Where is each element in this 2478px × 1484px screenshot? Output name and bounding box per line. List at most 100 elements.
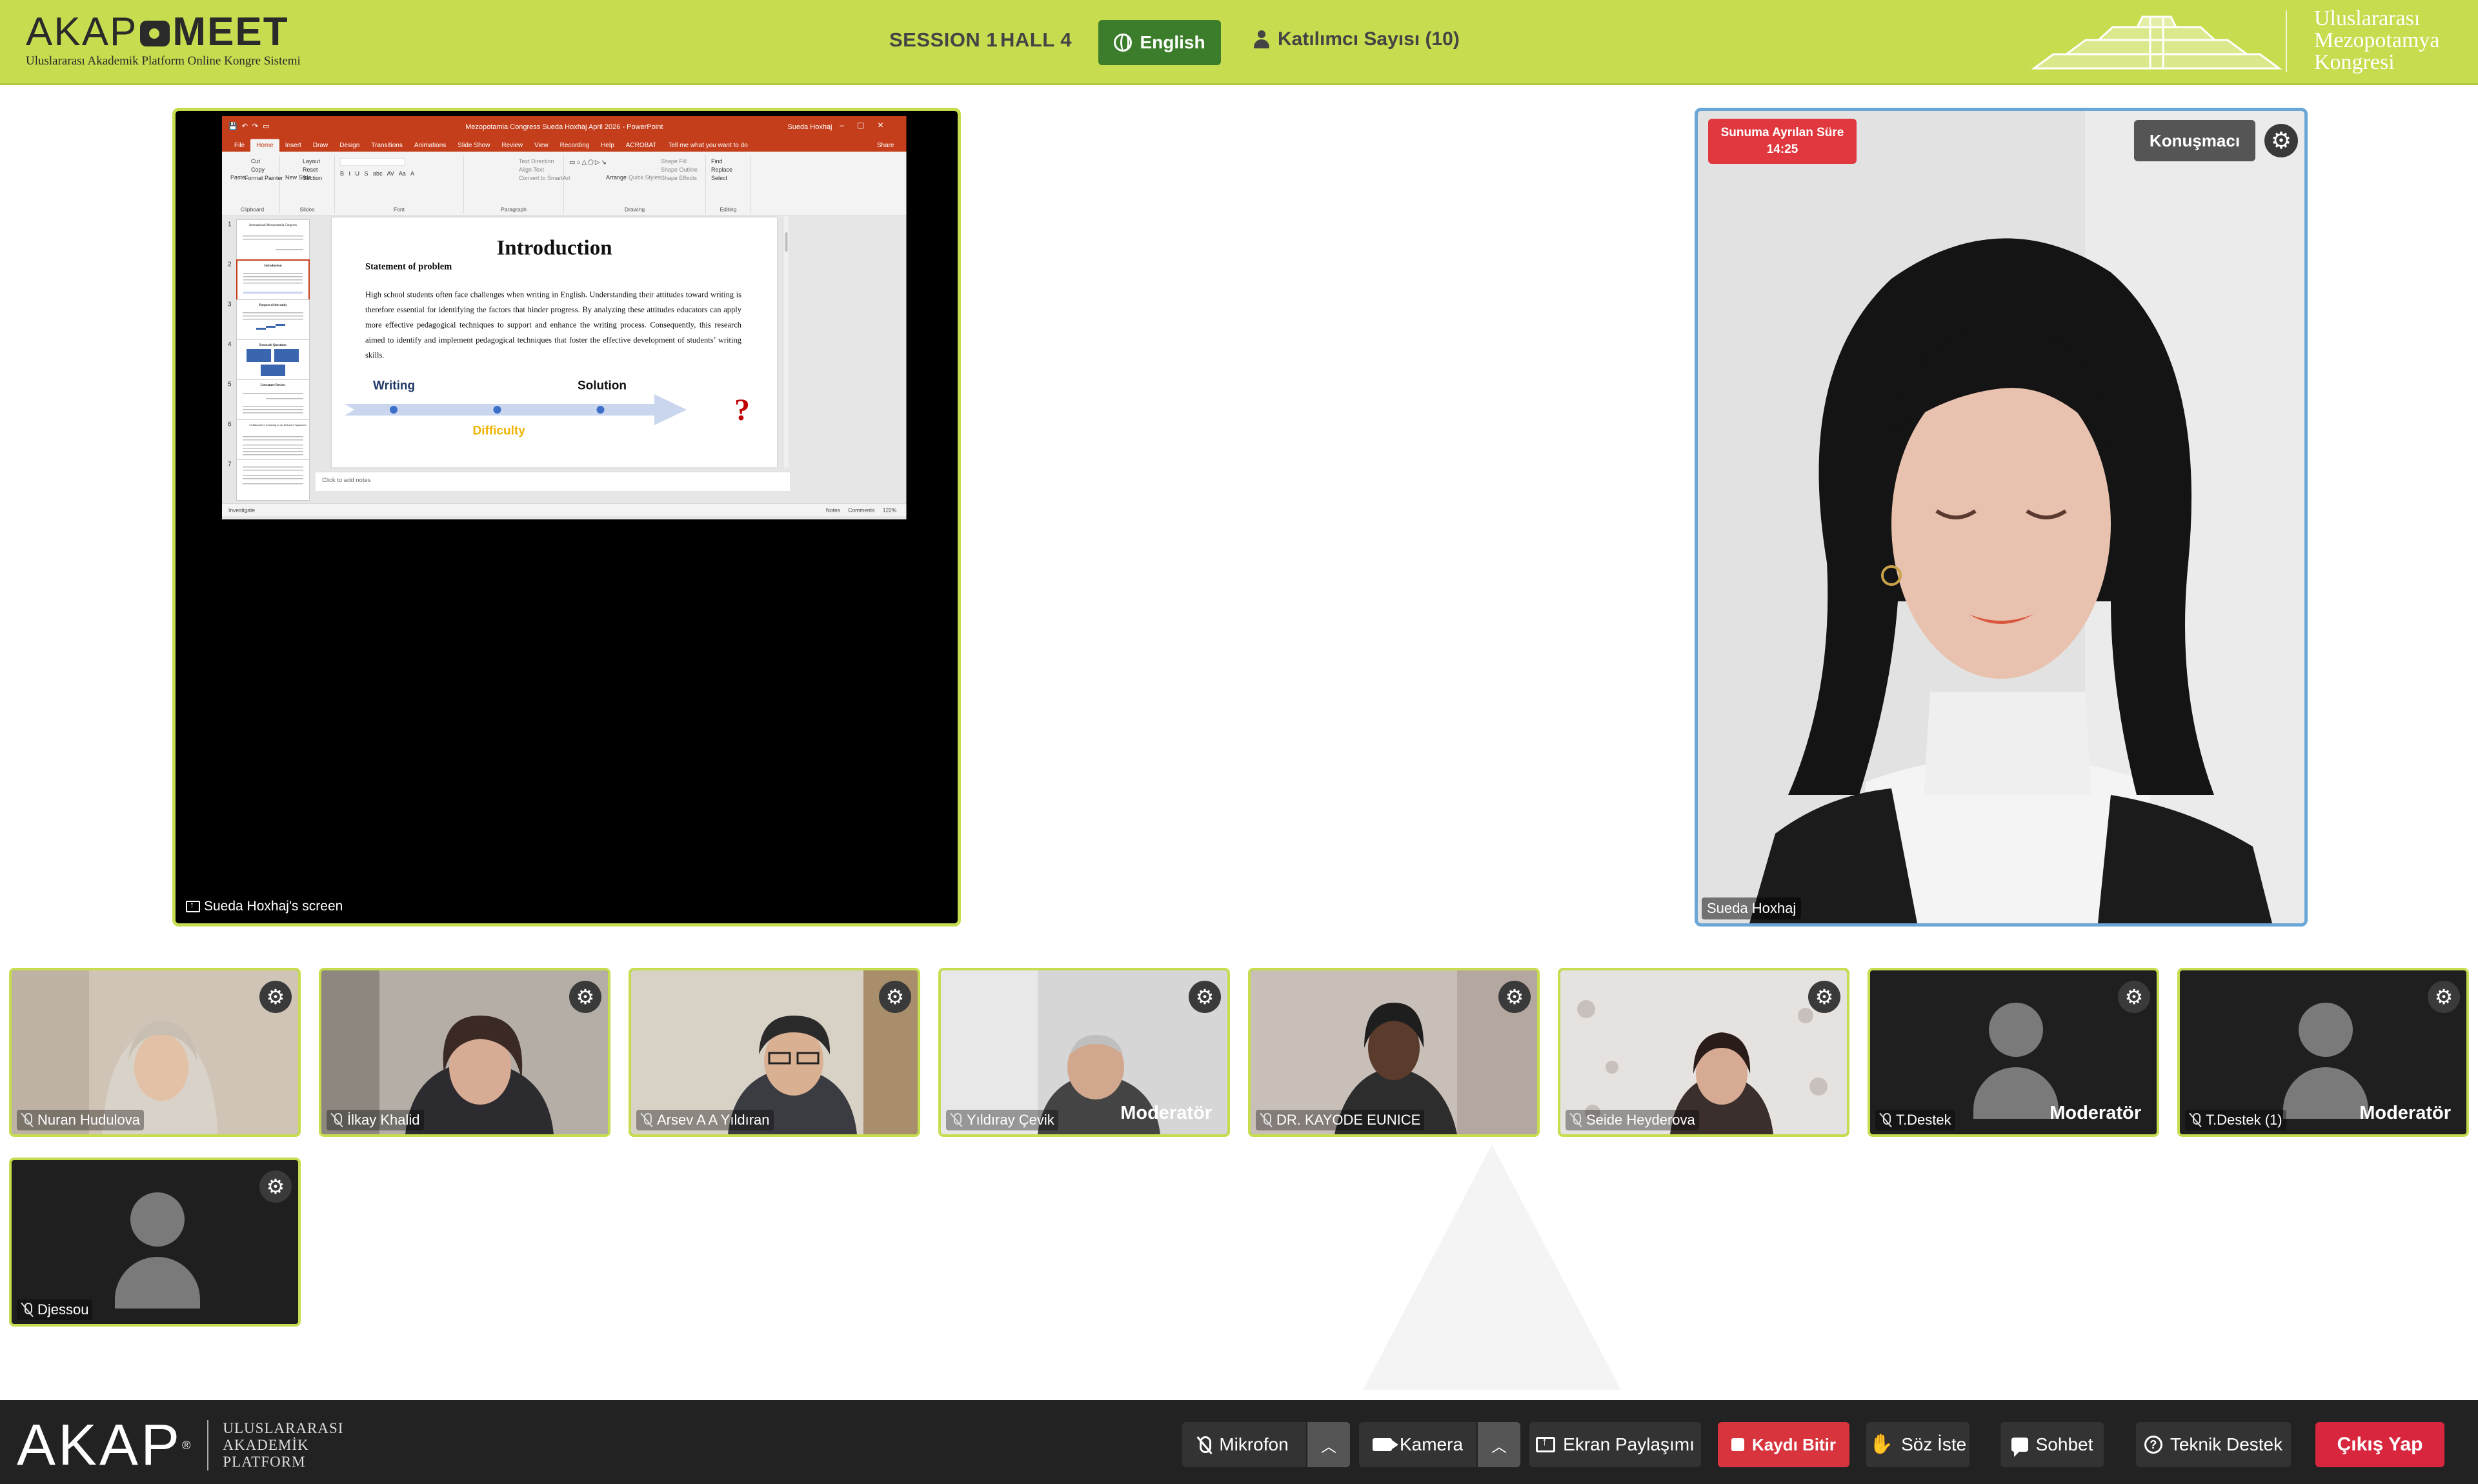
layout-button[interactable]: Layout (303, 158, 320, 165)
ppt-tab-acrobat[interactable]: ACROBAT (620, 139, 663, 152)
stop-recording-label: Kaydı Bitir (1751, 1434, 1837, 1454)
participant-tile[interactable]: ⚙ T.Destek Moderatör (1868, 968, 2159, 1137)
ppt-tab-help[interactable]: Help (595, 139, 620, 152)
quick-styles-button[interactable]: Quick Styles (629, 174, 661, 181)
participant-tile[interactable]: ⚙ Djessou (9, 1158, 301, 1327)
text-direction-button[interactable]: Text Direction (519, 158, 554, 165)
ppt-editor-area: 1 International Mesopotamia Congress 2 I… (222, 216, 907, 519)
gear-icon[interactable]: ⚙ (879, 981, 911, 1013)
font-name-box[interactable] (340, 158, 405, 166)
ppt-tab-design[interactable]: Design (334, 139, 365, 152)
ribbon-group-label: Slides (299, 206, 315, 213)
slide-title: Introduction (496, 236, 612, 260)
gear-icon[interactable]: ⚙ (1498, 981, 1531, 1013)
font-format-buttons[interactable]: B I U S abc AV Aa A (340, 170, 414, 177)
slide-scrollbar[interactable] (784, 216, 789, 468)
gear-icon[interactable]: ⚙ (1189, 981, 1221, 1013)
participant-tile[interactable]: ⚙ İlkay Khalid (319, 968, 610, 1137)
ppt-tab-transitions[interactable]: Transitions (365, 139, 408, 152)
slide-thumbnail-1[interactable]: International Mesopotamia Congress (236, 219, 310, 261)
hall-label: HALL 4 (1000, 28, 1072, 51)
shape-fill-button[interactable]: Shape Fill (661, 158, 687, 165)
ppt-tab-animations[interactable]: Animations (408, 139, 452, 152)
gear-icon[interactable]: ⚙ (259, 1170, 292, 1203)
ppt-tab-home[interactable]: Home (250, 139, 279, 152)
reset-button[interactable]: Reset (303, 166, 318, 174)
shared-screen[interactable]: 💾↶↷▭ Mezopotamia Congress Sueda Hoxhaj A… (172, 108, 961, 927)
status-right[interactable]: Notes Comments 122% (826, 507, 897, 514)
format-painter-button[interactable]: Format Painter (245, 175, 283, 182)
exit-button[interactable]: Çıkış Yap (2315, 1422, 2444, 1467)
participant-tile[interactable]: ⚙ Arsev A A Yıldıran (629, 968, 920, 1137)
gear-icon[interactable]: ⚙ (259, 981, 292, 1013)
gear-icon[interactable]: ⚙ (569, 981, 601, 1013)
stop-recording-button[interactable]: Kaydı Bitir (1718, 1422, 1849, 1467)
ppt-tab-recording[interactable]: Recording (554, 139, 596, 152)
participant-tile[interactable]: ⚙ T.Destek (1) Moderatör (2177, 968, 2469, 1137)
mic-off-icon (21, 1112, 34, 1128)
gear-icon[interactable]: ⚙ (2428, 981, 2460, 1013)
thumb-title: International Mesopotamia Congress (249, 223, 297, 227)
ppt-tab-draw[interactable]: Draw (307, 139, 334, 152)
ppt-tab-slide-show[interactable]: Slide Show (452, 139, 496, 152)
arrange-button[interactable]: Arrange (606, 174, 627, 181)
window-controls-icon: –▢✕ (840, 121, 897, 130)
microphone-button[interactable]: Mikrofon (1182, 1422, 1306, 1467)
ppt-share-button[interactable]: Share (871, 139, 900, 152)
akap-subtitle: ULUSLARARASI AKADEMİK PLATFORM (223, 1420, 344, 1470)
mic-options-chevron-icon[interactable]: ︿ (1307, 1422, 1350, 1467)
powerpoint-window: 💾↶↷▭ Mezopotamia Congress Sueda Hoxhaj A… (222, 116, 907, 519)
ppt-tell-me[interactable]: Tell me what you want to do (662, 139, 753, 152)
speaker-role-button[interactable]: Konuşmacı (2134, 120, 2255, 161)
notes-pane[interactable]: Click to add notes (316, 472, 790, 491)
align-text-button[interactable]: Align Text (519, 166, 544, 174)
ppt-tab-view[interactable]: View (529, 139, 554, 152)
participant-name-tag: Djessou (17, 1299, 93, 1320)
participant-tile[interactable]: ⚙ Seide Heyderova (1558, 968, 1849, 1137)
shape-effects-button[interactable]: Shape Effects (661, 175, 697, 182)
slide-thumbnail-panel[interactable]: 1 International Mesopotamia Congress 2 I… (222, 216, 316, 506)
participant-role: Moderatör (2359, 1103, 2451, 1123)
slide-thumbnail-5[interactable]: Literature Review (236, 379, 310, 421)
participant-role: Moderatör (1120, 1103, 1212, 1123)
camera-options-chevron-icon[interactable]: ︿ (1478, 1422, 1520, 1467)
convert-smartart-button[interactable]: Convert to SmartArt (519, 175, 570, 182)
shape-outline-button[interactable]: Shape Outline (661, 166, 698, 174)
thumb-number: 6 (228, 421, 232, 428)
shape-gallery-icon[interactable]: ▭○△⬠▷↘ (569, 158, 608, 166)
slide-thumbnail-6[interactable]: Collaborative Learning as an Inclusive A… (236, 419, 310, 461)
ribbon-group-editing: Find Replace Select Editing (706, 155, 751, 214)
participant-tile[interactable]: ⚙ DR. KAYODE EUNICE (1248, 968, 1540, 1137)
ppt-tab-insert[interactable]: Insert (279, 139, 307, 152)
support-button[interactable]: ? Teknik Destek (2136, 1422, 2291, 1467)
slide-thumbnail-2[interactable]: Introduction (236, 259, 310, 301)
slide-thumbnail-3[interactable]: Purpose of the study (236, 299, 310, 341)
raise-hand-button[interactable]: ✋ Söz İste (1866, 1422, 1969, 1467)
slide-label-solution: Solution (578, 379, 627, 392)
congress-name-line-1: Uluslararası (2314, 6, 2421, 30)
participant-tile[interactable]: ⚙ Yıldıray Çevik Moderatör (938, 968, 1230, 1137)
language-button[interactable]: English (1098, 20, 1221, 65)
section-button[interactable]: Section (303, 175, 322, 182)
gear-icon[interactable]: ⚙ (2118, 981, 2150, 1013)
participant-count[interactable]: Katılımcı Sayısı (10) (1253, 28, 1460, 50)
participant-tile[interactable]: ⚙ Nuran Hudulova (9, 968, 301, 1137)
gear-icon[interactable]: ⚙ (2264, 124, 2298, 157)
copy-button[interactable]: Copy (251, 166, 265, 174)
current-slide[interactable]: Introduction Statement of problem High s… (332, 217, 777, 468)
screen-share-button[interactable]: Ekran Paylaşımı (1529, 1422, 1701, 1467)
ppt-tab-review[interactable]: Review (496, 139, 529, 152)
paste-button[interactable]: Paste (230, 174, 245, 181)
replace-button[interactable]: Replace (711, 166, 732, 174)
select-button[interactable]: Select (711, 175, 727, 182)
ppt-tab-file[interactable]: File (228, 139, 250, 152)
slide-thumbnail-7[interactable] (236, 459, 310, 501)
speaker-video[interactable]: Sunuma Ayrılan Süre 14:25 Konuşmacı ⚙ Su… (1695, 108, 2308, 927)
cut-button[interactable]: Cut (251, 158, 260, 165)
camera-button[interactable]: Kamera (1359, 1422, 1476, 1467)
chat-button[interactable]: Sohbet (2000, 1422, 2104, 1467)
slide-thumbnail-4[interactable]: Research Questions (236, 339, 310, 381)
ziggurat-logo-icon (2031, 15, 2282, 70)
gear-icon[interactable]: ⚙ (1808, 981, 1840, 1013)
find-button[interactable]: Find (711, 158, 723, 165)
